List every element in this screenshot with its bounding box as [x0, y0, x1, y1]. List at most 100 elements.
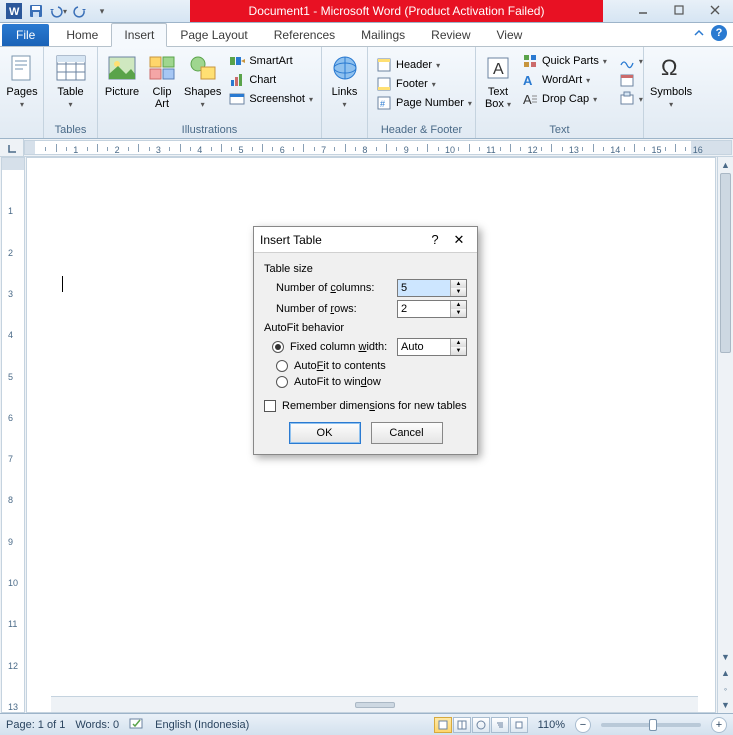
ruler-row: 12345678910111213141516	[0, 139, 733, 157]
title-bar: W ▾ ▾ Document1 - Microsoft Word (Produc…	[0, 0, 733, 23]
window-title-text: Document1 - Microsoft Word (Product Acti…	[249, 4, 545, 18]
tab-home[interactable]: Home	[53, 23, 111, 46]
minimize-ribbon-icon[interactable]	[691, 25, 707, 41]
wordart-label: WordArt	[542, 74, 582, 86]
svg-text:A: A	[523, 92, 532, 107]
print-layout-view-button[interactable]	[434, 717, 452, 733]
outline-view-button[interactable]	[491, 717, 509, 733]
horizontal-scrollbar[interactable]	[51, 696, 698, 712]
symbols-button[interactable]: Ω Symbols▾	[648, 50, 694, 112]
proofing-icon[interactable]	[129, 716, 145, 733]
picture-icon	[106, 52, 138, 84]
object-button[interactable]: ▾	[615, 90, 647, 108]
word-app-icon[interactable]: W	[4, 1, 24, 21]
autofit-contents-radio[interactable]	[276, 360, 288, 372]
spin-up-icon[interactable]: ▲	[451, 280, 466, 288]
page-number-button[interactable]: #Page Number ▾	[372, 94, 476, 112]
num-columns-input[interactable]	[398, 280, 450, 296]
zoom-level[interactable]: 110%	[538, 719, 565, 731]
spin-down-icon[interactable]: ▼	[451, 347, 466, 355]
tab-mailings[interactable]: Mailings	[348, 23, 418, 46]
save-icon[interactable]	[26, 1, 46, 21]
tab-file[interactable]: File	[2, 24, 49, 46]
zoom-slider[interactable]	[601, 723, 701, 727]
pages-button[interactable]: Pages▾	[4, 50, 40, 112]
shapes-button[interactable]: Shapes▾	[182, 50, 223, 112]
table-size-heading: Table size	[264, 263, 467, 275]
horizontal-ruler[interactable]: 12345678910111213141516	[24, 140, 732, 155]
help-icon[interactable]: ?	[711, 25, 727, 41]
remember-label: Remember dimensions for new tables	[282, 400, 467, 412]
spin-down-icon[interactable]: ▼	[451, 288, 466, 296]
svg-text:Ω: Ω	[661, 55, 677, 80]
scroll-down-icon[interactable]: ▼	[718, 649, 733, 665]
num-columns-label: Number of columns:	[276, 282, 397, 294]
dropcap-button[interactable]: ADrop Cap ▾	[518, 90, 611, 108]
zoom-out-button[interactable]: −	[575, 717, 591, 733]
web-layout-view-button[interactable]	[472, 717, 490, 733]
cancel-button[interactable]: Cancel	[371, 422, 443, 444]
view-buttons	[434, 717, 528, 733]
chart-label: Chart	[249, 74, 276, 86]
remember-checkbox[interactable]	[264, 400, 276, 412]
tab-insert[interactable]: Insert	[111, 23, 167, 47]
header-icon	[376, 57, 392, 73]
dialog-close-button[interactable]: ✕	[447, 232, 471, 248]
qat-customize-icon[interactable]: ▾	[92, 1, 112, 21]
links-button[interactable]: Links▾	[326, 50, 363, 112]
browse-object-icon[interactable]: ◦	[718, 681, 733, 697]
smartart-button[interactable]: SmartArt	[225, 52, 317, 70]
zoom-in-button[interactable]: +	[711, 717, 727, 733]
num-rows-input[interactable]	[398, 301, 450, 317]
date-time-button[interactable]	[615, 71, 647, 89]
tab-page-layout[interactable]: Page Layout	[167, 23, 260, 46]
close-button[interactable]	[701, 1, 729, 19]
table-button[interactable]: Table▾	[48, 50, 93, 112]
tab-references[interactable]: References	[261, 23, 348, 46]
dialog-help-button[interactable]: ?	[423, 232, 447, 247]
autofit-window-radio[interactable]	[276, 376, 288, 388]
omega-icon: Ω	[655, 52, 687, 84]
quickparts-button[interactable]: Quick Parts ▾	[518, 52, 611, 70]
minimize-button[interactable]	[629, 1, 657, 19]
tab-selector[interactable]	[0, 139, 24, 156]
signature-line-button[interactable]: ▾	[615, 52, 647, 70]
autofit-window-label: AutoFit to window	[294, 376, 381, 388]
status-words[interactable]: Words: 0	[75, 719, 119, 731]
tab-review[interactable]: Review	[418, 23, 483, 46]
picture-button[interactable]: Picture	[102, 50, 142, 100]
scroll-up-icon[interactable]: ▲	[718, 157, 733, 173]
vertical-ruler[interactable]: 12345678910111213	[1, 157, 25, 713]
spin-down-icon[interactable]: ▼	[451, 309, 466, 317]
vertical-scrollbar[interactable]: ▲ ▼ ▲ ◦ ▼	[717, 157, 733, 713]
ok-button[interactable]: OK	[289, 422, 361, 444]
status-language[interactable]: English (Indonesia)	[155, 719, 249, 731]
clipart-button[interactable]: Clip Art	[144, 50, 180, 112]
undo-icon[interactable]: ▾	[48, 1, 68, 21]
header-button[interactable]: Header ▾	[372, 56, 476, 74]
fullscreen-reading-view-button[interactable]	[453, 717, 471, 733]
maximize-button[interactable]	[665, 1, 693, 19]
spin-up-icon[interactable]: ▲	[451, 301, 466, 309]
fixed-width-input[interactable]	[398, 339, 450, 355]
table-icon	[55, 52, 87, 84]
fixed-width-radio[interactable]	[272, 341, 284, 353]
textbox-button[interactable]: A Text Box ▾	[480, 50, 516, 112]
spin-up-icon[interactable]: ▲	[451, 339, 466, 347]
status-page[interactable]: Page: 1 of 1	[6, 719, 65, 731]
tab-view[interactable]: View	[484, 23, 536, 46]
num-rows-spinner[interactable]: ▲▼	[397, 300, 467, 318]
prev-page-icon[interactable]: ▲	[718, 665, 733, 681]
wordart-button[interactable]: AWordArt ▾	[518, 71, 611, 89]
footer-button[interactable]: Footer ▾	[372, 75, 476, 93]
next-page-icon[interactable]: ▼	[718, 697, 733, 713]
zoom-slider-knob[interactable]	[649, 719, 657, 731]
screenshot-button[interactable]: Screenshot ▾	[225, 90, 317, 108]
scroll-thumb[interactable]	[720, 173, 731, 353]
fixed-width-spinner[interactable]: ▲▼	[397, 338, 467, 356]
chart-button[interactable]: Chart	[225, 71, 317, 89]
redo-icon[interactable]	[70, 1, 90, 21]
num-columns-spinner[interactable]: ▲▼	[397, 279, 467, 297]
dialog-titlebar[interactable]: Insert Table ? ✕	[254, 227, 477, 253]
draft-view-button[interactable]	[510, 717, 528, 733]
